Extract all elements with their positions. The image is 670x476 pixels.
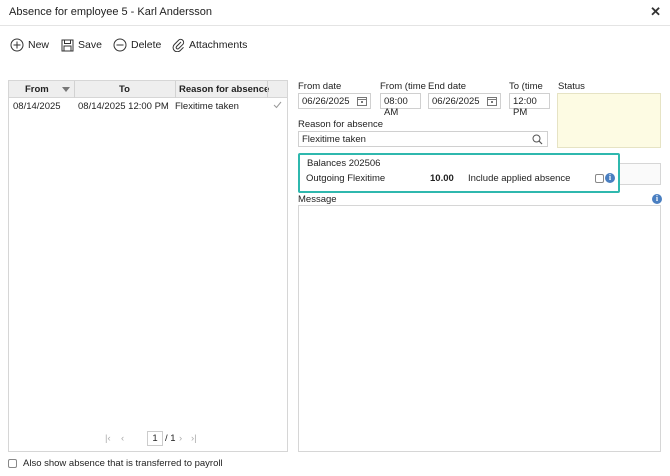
table-row[interactable]: 08/14/2025 08/14/2025 12:00 PM Flexitime… xyxy=(9,98,287,114)
prev-page-icon[interactable]: ‹ xyxy=(121,433,124,444)
sort-down-icon[interactable] xyxy=(62,87,70,92)
delete-label: Delete xyxy=(131,39,162,51)
calendar-icon[interactable] xyxy=(357,96,367,106)
end-date-field[interactable]: 06/26/2025 xyxy=(428,93,501,109)
save-label: Save xyxy=(78,39,102,51)
outgoing-flexitime-label: Outgoing Flexitime xyxy=(306,173,386,184)
end-date-value: 06/26/2025 xyxy=(432,96,480,107)
from-date-label: From date xyxy=(298,81,342,92)
attachments-button[interactable]: Attachments xyxy=(172,34,247,56)
cell-from: 08/14/2025 xyxy=(13,101,61,112)
checkmark-icon xyxy=(273,101,282,109)
reason-label: Reason for absence xyxy=(298,119,384,130)
window-title: Absence for employee 5 - Karl Andersson xyxy=(9,6,213,18)
status-label: Status xyxy=(558,81,585,92)
plus-circle-icon xyxy=(10,38,24,52)
show-payroll-checkbox[interactable] xyxy=(8,459,17,468)
from-time-field[interactable]: 08:00 AM xyxy=(380,93,421,118)
to-time-value: 12:00 PM xyxy=(513,96,537,118)
include-applied-checkbox[interactable] xyxy=(595,174,604,183)
message-textarea[interactable] xyxy=(298,205,661,452)
header-reason[interactable]: Reason for absence xyxy=(179,84,269,95)
balances-title: Balances 202506 xyxy=(307,158,381,169)
show-payroll-label: Also show absence that is transferred to… xyxy=(23,458,223,469)
reason-value: Flexitime taken xyxy=(302,134,366,145)
attachments-label: Attachments xyxy=(189,39,248,51)
from-date-value: 06/26/2025 xyxy=(302,96,350,107)
cell-reason: Flexitime taken xyxy=(175,101,239,112)
from-time-value: 08:00 AM xyxy=(384,96,408,118)
include-applied-label: Include applied absence xyxy=(468,173,571,184)
paperclip-icon xyxy=(172,38,185,52)
toolbar: New Save Delete Attachments xyxy=(0,34,670,58)
new-button[interactable]: New xyxy=(10,34,49,56)
to-time-label: To (time xyxy=(509,81,543,92)
header-from[interactable]: From xyxy=(25,84,49,95)
to-time-field[interactable]: 12:00 PM xyxy=(509,93,550,118)
search-icon[interactable] xyxy=(532,134,543,145)
outgoing-flexitime-value: 10.00 xyxy=(430,173,454,184)
status-field[interactable] xyxy=(557,93,661,148)
reason-field[interactable]: Flexitime taken xyxy=(298,131,548,147)
grid-header: From To Reason for absence xyxy=(9,81,287,98)
cell-to: 08/14/2025 12:00 PM xyxy=(78,101,169,112)
delete-button[interactable]: Delete xyxy=(113,34,161,56)
info-icon[interactable]: i xyxy=(652,194,662,204)
last-page-icon[interactable]: ›| xyxy=(191,433,197,444)
pagination: |‹ ‹ 1 / 1 › ›| xyxy=(9,431,287,447)
new-label: New xyxy=(28,39,50,51)
floppy-disk-icon xyxy=(61,39,74,51)
from-time-label: From (time xyxy=(380,81,426,92)
minus-circle-icon xyxy=(113,38,127,52)
first-page-icon[interactable]: |‹ xyxy=(105,433,111,444)
page-total: / 1 xyxy=(165,433,176,444)
info-icon[interactable]: i xyxy=(605,173,615,183)
calendar-icon[interactable] xyxy=(487,96,497,106)
from-date-field[interactable]: 06/26/2025 xyxy=(298,93,371,109)
save-button[interactable]: Save xyxy=(61,34,102,56)
balances-panel: Balances 202506 Outgoing Flexitime 10.00… xyxy=(298,153,620,193)
message-label: Message xyxy=(298,194,337,205)
close-icon[interactable]: ✕ xyxy=(650,4,661,20)
show-payroll-option[interactable]: Also show absence that is transferred to… xyxy=(8,458,223,469)
absence-grid: From To Reason for absence 08/14/2025 08… xyxy=(8,80,288,452)
header-to[interactable]: To xyxy=(119,84,130,95)
next-page-icon[interactable]: › xyxy=(179,433,182,444)
window-titlebar: Absence for employee 5 - Karl Andersson … xyxy=(0,0,670,26)
page-number-input[interactable]: 1 xyxy=(147,431,163,446)
end-date-label: End date xyxy=(428,81,467,92)
